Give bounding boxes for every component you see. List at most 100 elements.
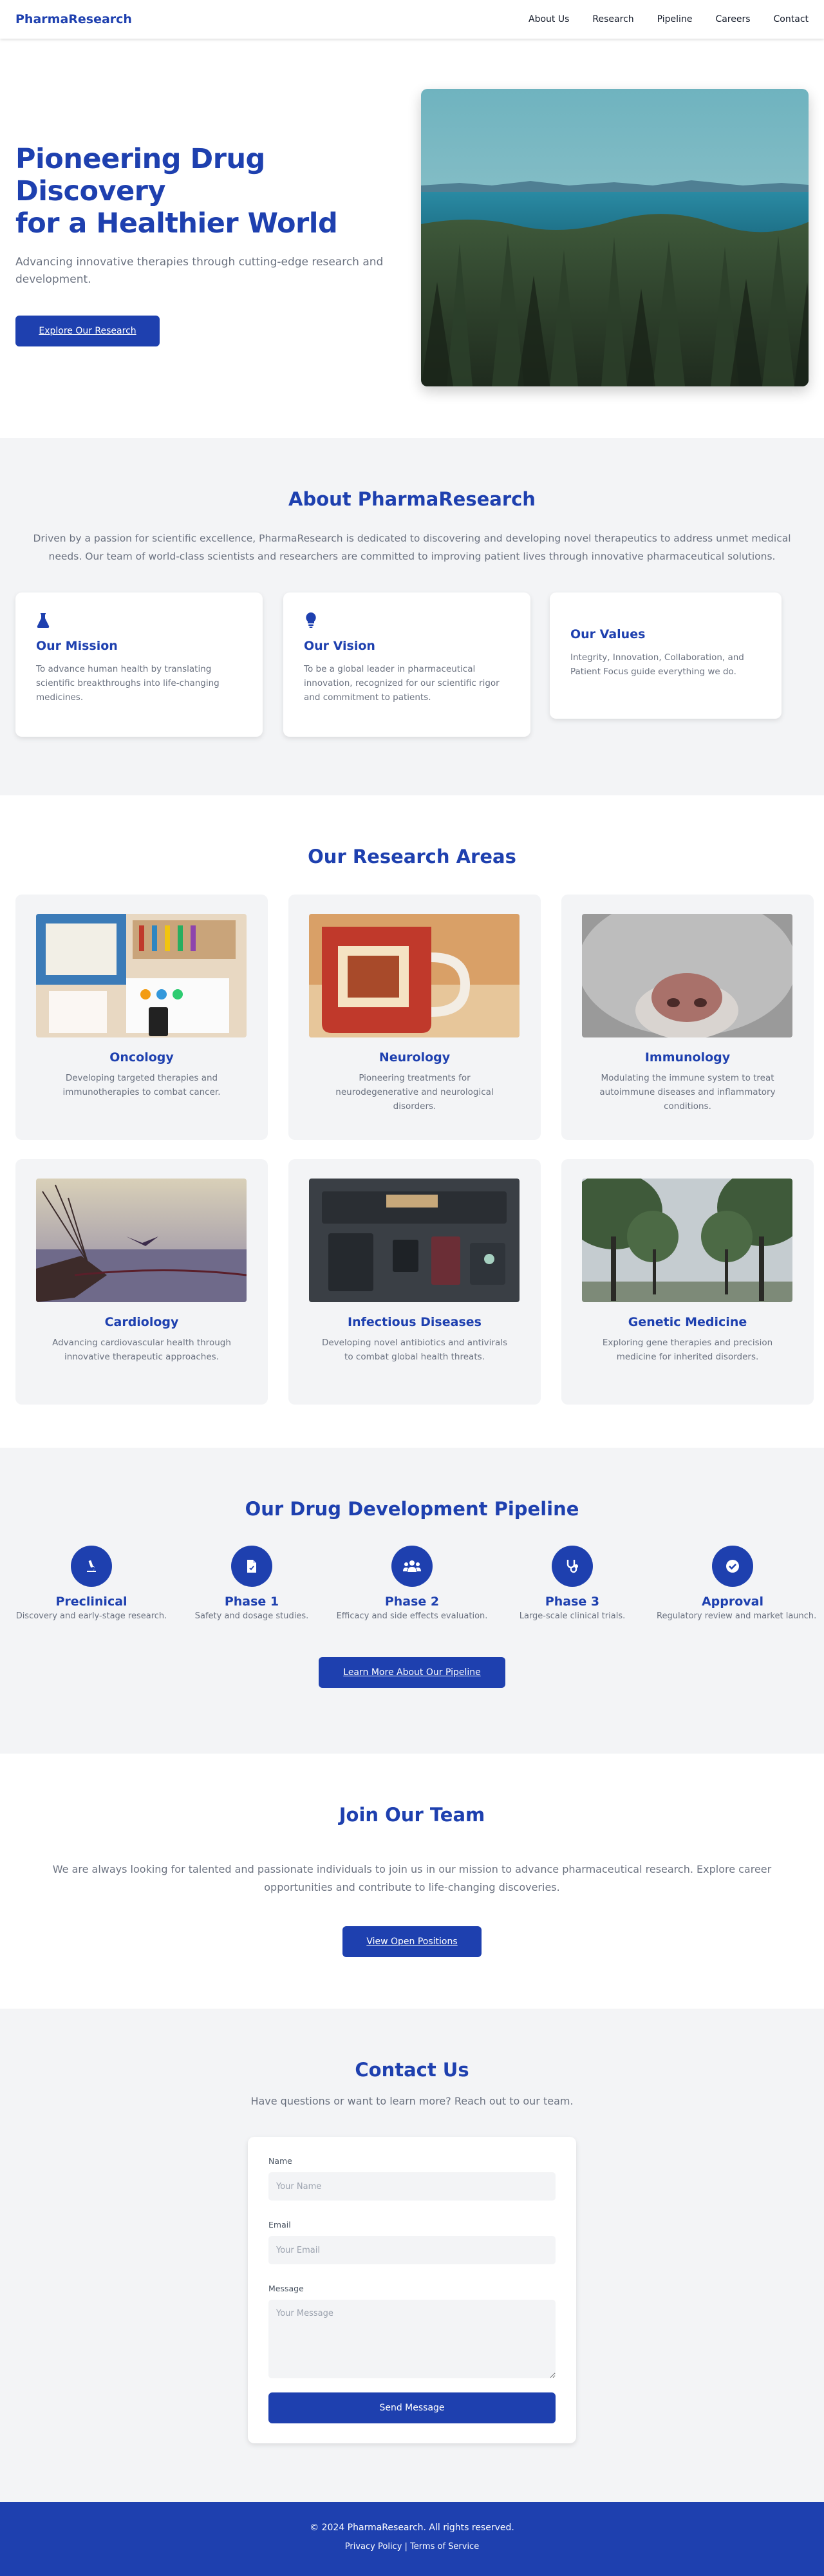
pipeline-step-phase-2: Phase 2 Efficacy and side effects evalua…: [336, 1546, 488, 1621]
pipeline-step-preclinical: Preclinical Discovery and early-stage re…: [15, 1546, 167, 1621]
research-section: Our Research Areas Oncology Developing t…: [0, 795, 824, 1448]
research-card-neurology[interactable]: Neurology Pioneering treatments for neur…: [288, 895, 541, 1140]
document-icon: [247, 1560, 256, 1573]
values-text: Integrity, Innovation, Collaboration, an…: [570, 652, 744, 677]
flask-icon: [37, 613, 50, 628]
research-title: Our Research Areas: [308, 846, 516, 867]
footer-links: Privacy Policy | Terms of Service: [0, 2542, 824, 2552]
research-card-cardiology[interactable]: Cardiology Advancing cardiovascular heal…: [15, 1159, 268, 1405]
send-message-button[interactable]: Send Message: [268, 2392, 556, 2423]
pipeline-steps: Preclinical Discovery and early-stage re…: [0, 1546, 824, 1621]
research-card-immunology[interactable]: Immunology Modulating the immune system …: [561, 895, 814, 1140]
view-open-positions-button[interactable]: View Open Positions: [342, 1926, 482, 1957]
hero-title: Pioneering Drug Discovery for a Healthie…: [15, 143, 402, 240]
hero-section: Pioneering Drug Discovery for a Healthie…: [0, 39, 824, 438]
genetic-medicine-title: Genetic Medicine: [628, 1315, 747, 1329]
name-label: Name: [268, 2156, 292, 2166]
approval-text: Regulatory review and market launch.: [657, 1611, 817, 1621]
phase-1-title: Phase 1: [224, 1595, 279, 1609]
careers-title: Join Our Team: [339, 1804, 485, 1826]
hero-subtitle: Advancing innovative therapies through c…: [15, 256, 384, 286]
about-title: About PharmaResearch: [288, 488, 536, 510]
research-card-oncology[interactable]: Oncology Developing targeted therapies a…: [15, 895, 268, 1140]
about-cards: Our Mission To advance human health by t…: [0, 592, 824, 737]
hero-image: [421, 89, 809, 386]
email-label: Email: [268, 2220, 291, 2230]
phase-2-title: Phase 2: [384, 1595, 440, 1609]
oncology-title: Oncology: [109, 1050, 174, 1065]
hero-content: Pioneering Drug Discovery for a Healthie…: [15, 143, 402, 346]
stethoscope-icon: [566, 1560, 578, 1573]
hero-title-line2: for a Healthier World: [15, 207, 338, 240]
step-icon-circle: [552, 1546, 593, 1587]
contact-section: Contact Us Have questions or want to lea…: [0, 2009, 824, 2502]
careers-section: Join Our Team We are always looking for …: [0, 1754, 824, 2009]
footer-separator: |: [404, 2542, 407, 2552]
mission-card: Our Mission To advance human health by t…: [15, 592, 263, 737]
explore-research-button[interactable]: Explore Our Research: [15, 316, 160, 346]
phase-3-text: Large-scale clinical trials.: [519, 1611, 626, 1621]
contact-title: Contact Us: [355, 2059, 469, 2081]
mission-text: To advance human health by translating s…: [36, 664, 220, 703]
neurology-title: Neurology: [379, 1050, 451, 1065]
vision-text: To be a global leader in pharmaceutical …: [304, 664, 500, 703]
contact-form: Name Email Message Send Message: [248, 2137, 576, 2443]
cardiology-text: Advancing cardiovascular health through …: [52, 1338, 231, 1362]
nav-link-about-us[interactable]: About Us: [529, 14, 569, 24]
privacy-policy-link[interactable]: Privacy Policy: [345, 2542, 402, 2552]
oncology-image: [36, 914, 247, 1037]
name-field[interactable]: [268, 2172, 556, 2201]
nav-link-research[interactable]: Research: [592, 14, 633, 24]
immunology-title: Immunology: [644, 1050, 731, 1065]
page: PharmaResearch About Us Research Pipelin…: [0, 0, 824, 2576]
neurology-image: [309, 914, 520, 1037]
nav-link-careers[interactable]: Careers: [715, 14, 750, 24]
message-label: Message: [268, 2284, 304, 2293]
check-circle-icon: [726, 1560, 739, 1573]
forest-lake-photo-icon: [421, 89, 809, 386]
phase-3-title: Phase 3: [545, 1595, 600, 1609]
step-icon-circle: [71, 1546, 112, 1587]
values-card: Our Values Integrity, Innovation, Collab…: [550, 592, 782, 719]
cardiology-image: [36, 1179, 247, 1302]
nav-links: About Us Research Pipeline Careers Conta…: [505, 14, 809, 24]
research-card-genetic-medicine[interactable]: Genetic Medicine Exploring gene therapie…: [561, 1159, 814, 1405]
people-icon: [403, 1560, 421, 1572]
pipeline-section: Our Drug Development Pipeline Preclinica…: [0, 1448, 824, 1754]
oncology-text: Developing targeted therapies and immuno…: [62, 1073, 221, 1097]
preclinical-title: Preclinical: [55, 1595, 127, 1609]
email-field[interactable]: [268, 2236, 556, 2264]
vision-title: Our Vision: [304, 639, 375, 653]
pipeline-step-approval: Approval Regulatory review and market la…: [657, 1546, 817, 1621]
hero-title-line1: Pioneering Drug Discovery: [15, 143, 265, 207]
about-section: About PharmaResearch Driven by a passion…: [0, 438, 824, 795]
genetic-medicine-text: Exploring gene therapies and precision m…: [602, 1338, 773, 1362]
nav-link-contact[interactable]: Contact: [774, 14, 809, 24]
research-grid: Oncology Developing targeted therapies a…: [0, 895, 824, 1405]
pipeline-step-phase-1: Phase 1 Safety and dosage studies.: [176, 1546, 328, 1621]
phase-2-text: Efficacy and side effects evaluation.: [336, 1611, 488, 1621]
message-field[interactable]: [268, 2300, 556, 2378]
step-icon-circle: [712, 1546, 753, 1587]
genetic-medicine-image: [582, 1179, 792, 1302]
approval-title: Approval: [701, 1595, 764, 1609]
about-description: Driven by a passion for scientific excel…: [33, 533, 791, 562]
cardiology-title: Cardiology: [104, 1315, 179, 1329]
top-navigation: PharmaResearch About Us Research Pipelin…: [0, 0, 824, 39]
microscope-icon: [87, 1560, 96, 1572]
values-title: Our Values: [570, 627, 646, 641]
mission-title: Our Mission: [36, 639, 118, 653]
infectious-diseases-text: Developing novel antibiotics and antivir…: [321, 1338, 508, 1362]
footer: © 2024 PharmaResearch. All rights reserv…: [0, 2502, 824, 2576]
lightbulb-icon: [306, 612, 316, 628]
nav-link-pipeline[interactable]: Pipeline: [657, 14, 693, 24]
infectious-diseases-image: [309, 1179, 520, 1302]
terms-of-service-link[interactable]: Terms of Service: [410, 2542, 479, 2552]
pipeline-step-phase-3: Phase 3 Large-scale clinical trials.: [496, 1546, 648, 1621]
neurology-text: Pioneering treatments for neurodegenerat…: [335, 1073, 494, 1112]
infectious-diseases-title: Infectious Diseases: [348, 1315, 482, 1329]
footer-copyright: © 2024 PharmaResearch. All rights reserv…: [310, 2523, 514, 2533]
learn-more-pipeline-button[interactable]: Learn More About Our Pipeline: [319, 1657, 505, 1688]
brand-logo[interactable]: PharmaResearch: [15, 12, 132, 26]
research-card-infectious-diseases[interactable]: Infectious Diseases Developing novel ant…: [288, 1159, 541, 1405]
